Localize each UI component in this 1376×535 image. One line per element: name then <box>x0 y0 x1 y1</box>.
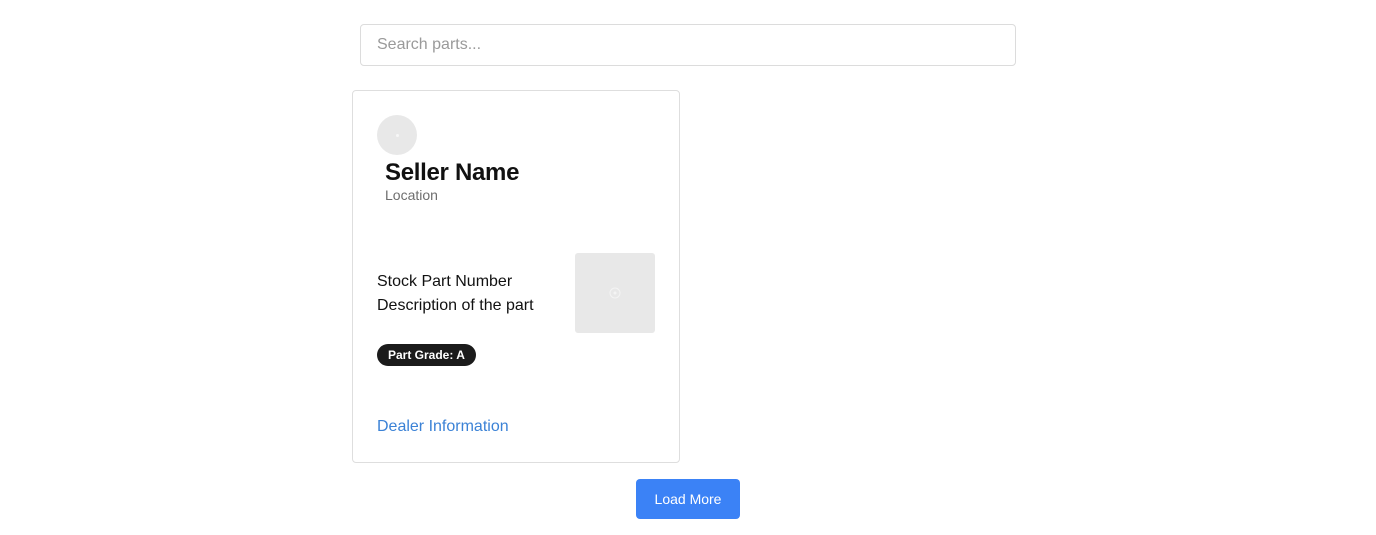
seller-location: Location <box>385 187 438 203</box>
part-image <box>575 253 655 333</box>
part-number: Stock Part Number <box>377 273 513 290</box>
search-bar <box>360 24 1016 66</box>
load-more-button[interactable]: Load More <box>636 479 740 519</box>
part-listing-card: Seller Name Location Stock Part Number D… <box>352 90 680 463</box>
avatar-placeholder-icon <box>395 133 399 137</box>
seller-name: Seller Name <box>385 159 520 186</box>
search-input[interactable] <box>360 24 1016 66</box>
image-placeholder-icon <box>609 287 621 299</box>
part-description: Description of the part <box>377 297 534 314</box>
part-grade-badge: Part Grade: A <box>377 344 476 366</box>
dealer-information-link[interactable]: Dealer Information <box>377 416 509 438</box>
seller-avatar <box>377 115 417 155</box>
